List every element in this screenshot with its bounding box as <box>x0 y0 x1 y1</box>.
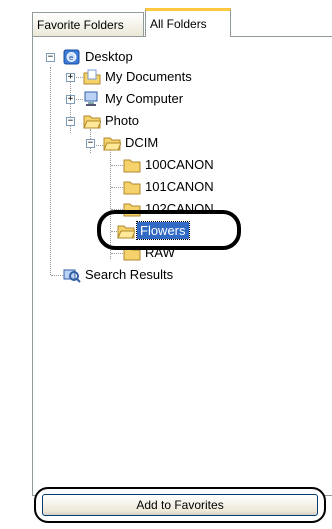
tree-node-my-documents[interactable]: My Documents <box>105 67 192 87</box>
expand-toggle[interactable]: + <box>66 95 75 104</box>
tree-node-102canon[interactable]: 102CANON <box>145 199 214 219</box>
tree-connector <box>111 253 123 254</box>
collapse-toggle[interactable]: − <box>46 53 55 62</box>
tree-node-101canon[interactable]: 101CANON <box>145 177 214 197</box>
expand-toggle[interactable]: + <box>66 73 75 82</box>
tree-connector <box>111 209 123 210</box>
search-results-icon <box>63 267 81 283</box>
tree-node-search-results[interactable]: Search Results <box>85 265 173 285</box>
tree-node-flowers[interactable]: Flowers <box>136 221 190 241</box>
folder-icon <box>123 157 141 173</box>
tree-node-label: 102CANON <box>145 201 214 216</box>
tree-node-label: Search Results <box>85 267 174 282</box>
tree-node-100canon[interactable]: 100CANON <box>145 155 214 175</box>
folder-tabs: Favorite Folders All Folders <box>32 8 332 37</box>
highlight-ring: Add to Favorites <box>34 487 326 523</box>
tree-node-label: Flowers <box>136 221 190 240</box>
tab-favorite-folders[interactable]: Favorite Folders <box>32 12 144 36</box>
folder-open-icon <box>83 113 101 129</box>
folder-icon <box>123 179 141 195</box>
tree-node-dcim[interactable]: DCIM <box>125 133 158 153</box>
tree-node-raw[interactable]: RAW <box>145 243 175 263</box>
tree-connector <box>50 67 51 275</box>
folder-open-icon <box>117 223 135 239</box>
tree-node-label: My Documents <box>105 69 192 84</box>
folder-icon <box>123 201 141 217</box>
tree-node-label: RAW <box>145 245 175 260</box>
collapse-toggle[interactable]: − <box>66 117 75 126</box>
tree-node-label: Photo <box>105 113 139 128</box>
svg-text:e: e <box>69 54 73 62</box>
tree-node-label: 100CANON <box>145 157 214 172</box>
tree-connector <box>111 187 123 188</box>
desktop-icon: e <box>63 49 81 65</box>
folder-tree-panel: − e Desktop + My Documents + My Computer… <box>32 36 332 496</box>
tree-node-photo[interactable]: Photo <box>105 111 139 131</box>
tree-node-my-computer[interactable]: My Computer <box>105 89 183 109</box>
tree-connector <box>111 165 123 166</box>
tree-node-label: DCIM <box>125 135 159 150</box>
tree-node-label: My Computer <box>105 91 184 106</box>
tree-node-desktop[interactable]: Desktop <box>85 47 133 67</box>
my-documents-icon <box>83 69 101 85</box>
tree-node-label: 101CANON <box>145 179 214 194</box>
folder-tree: − e Desktop + My Documents + My Computer… <box>33 37 332 337</box>
folder-open-icon <box>103 135 121 151</box>
tab-all-folders[interactable]: All Folders <box>145 8 231 37</box>
tree-node-label: Desktop <box>85 49 133 64</box>
folder-icon <box>123 245 141 261</box>
my-computer-icon <box>83 91 101 107</box>
add-to-favorites-button[interactable]: Add to Favorites <box>42 494 318 516</box>
collapse-toggle[interactable]: − <box>86 139 95 148</box>
